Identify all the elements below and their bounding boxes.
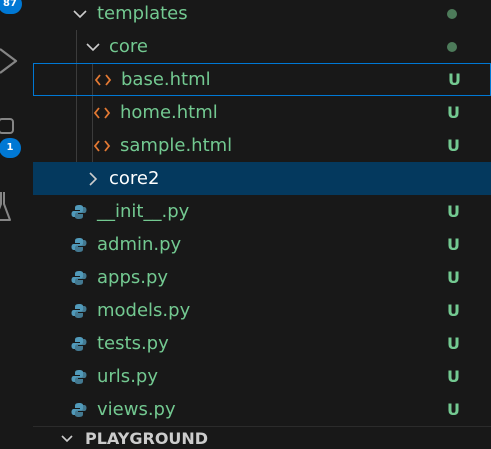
python-file-icon [71, 271, 87, 285]
chevron-down-icon [73, 10, 87, 19]
tree-item-label: base.html [121, 69, 211, 90]
tree-item-home-html[interactable]: home.html U [33, 96, 491, 129]
chevron-down-icon [61, 435, 73, 443]
untracked-status: U [448, 70, 461, 89]
extensions-icon[interactable] [0, 116, 16, 136]
tree-item-label: core2 [109, 168, 160, 189]
untracked-status: U [447, 367, 460, 386]
html-file-icon [93, 140, 111, 152]
tree-item-label: admin.py [97, 234, 182, 255]
tree-item-label: models.py [97, 300, 191, 321]
untracked-status: U [447, 400, 460, 419]
tree-item-core2[interactable]: core2 [33, 162, 491, 195]
python-file-icon [71, 337, 87, 351]
tree-item-templates[interactable]: templates [33, 0, 491, 30]
tree-item-urls-py[interactable]: urls.py U [33, 360, 491, 393]
activity-bar: 87 1 [0, 0, 33, 440]
untracked-status: U [447, 136, 460, 155]
modified-dot [447, 42, 457, 52]
run-debug-icon[interactable] [0, 46, 20, 76]
tree-item-sample-html[interactable]: sample.html U [33, 129, 491, 162]
tree-item-apps-py[interactable]: apps.py U [33, 261, 491, 294]
chevron-right-icon [89, 172, 98, 186]
tree-item-label: core [109, 36, 148, 57]
untracked-status: U [447, 268, 460, 287]
section-title: PLAYGROUND [85, 429, 209, 448]
tree-item-core[interactable]: core [33, 30, 491, 63]
tree-item-models-py[interactable]: models.py U [33, 294, 491, 327]
tree-item-label: __init__.py [97, 201, 190, 222]
tree-item-label: urls.py [97, 366, 158, 387]
tree-item-label: apps.py [97, 267, 169, 288]
untracked-status: U [447, 334, 460, 353]
tree-item-base-html[interactable]: base.html U [33, 63, 491, 96]
python-file-icon [71, 304, 87, 318]
tree-item-init-py[interactable]: __init__.py U [33, 195, 491, 228]
untracked-status: U [447, 235, 460, 254]
section-header-playground[interactable]: PLAYGROUND [33, 426, 491, 448]
untracked-status: U [447, 103, 460, 122]
python-file-icon [71, 205, 87, 219]
untracked-status: U [447, 301, 460, 320]
untracked-status: U [447, 202, 460, 221]
tree-item-label: views.py [97, 399, 176, 420]
tree-item-views-py[interactable]: views.py U [33, 393, 491, 426]
tree-item-admin-py[interactable]: admin.py U [33, 228, 491, 261]
chevron-down-icon [86, 43, 100, 52]
tree-item-label: tests.py [97, 333, 169, 354]
tree-item-label: templates [97, 3, 188, 24]
tree-item-label: home.html [120, 102, 218, 123]
html-file-icon [93, 107, 111, 119]
tree-item-label: sample.html [120, 135, 233, 156]
source-control-badge: 87 [0, 0, 22, 14]
python-file-icon [71, 370, 87, 384]
explorer-panel: templates core base.html U home.html U s… [33, 0, 491, 448]
python-file-icon [71, 403, 87, 417]
tree-item-tests-py[interactable]: tests.py U [33, 327, 491, 360]
testing-icon[interactable] [0, 190, 14, 224]
html-file-icon [94, 74, 112, 86]
python-file-icon [71, 238, 87, 252]
extensions-badge: 1 [0, 138, 21, 158]
modified-dot [447, 9, 457, 19]
